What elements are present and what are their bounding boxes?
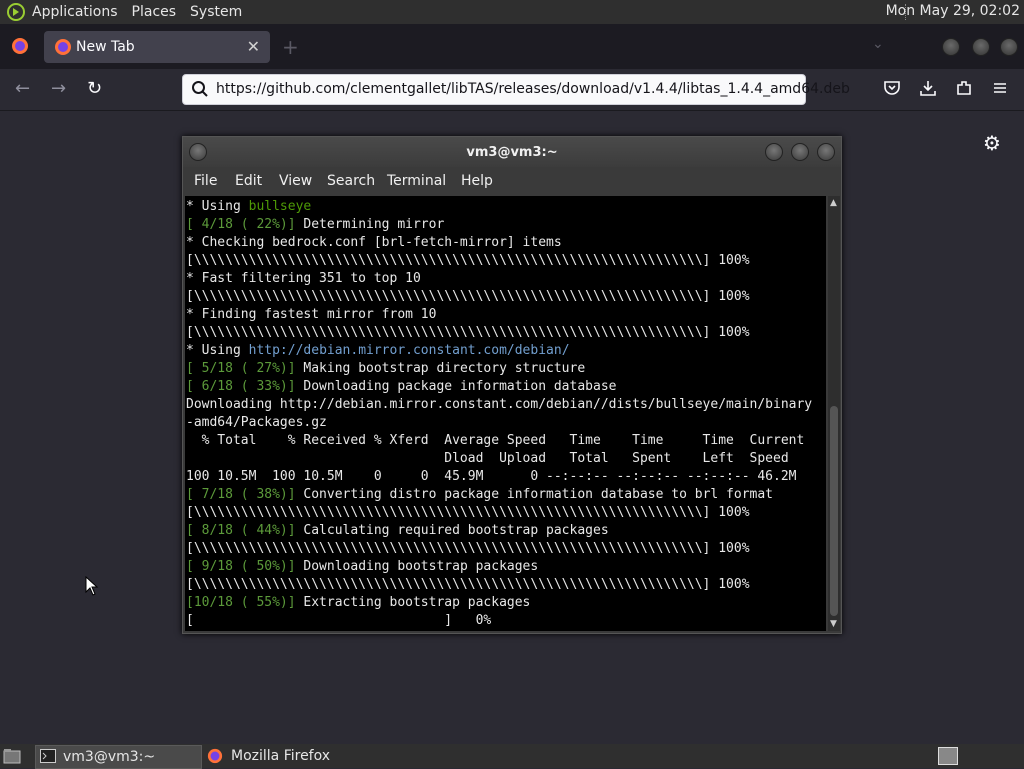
terminal-line-segment: bullseye [248, 199, 312, 214]
forward-icon[interactable]: → [51, 78, 66, 99]
terminal-scrollbar[interactable]: ▲ ▼ [828, 196, 840, 631]
terminal-line-segment[interactable]: http://debian.mirror.constant.com/debian… [249, 343, 570, 358]
scroll-up-icon[interactable]: ▲ [830, 198, 837, 208]
newtab-settings-gear-icon[interactable]: ⚙ [983, 131, 1001, 155]
terminal-line-segment: Making bootstrap directory structure [295, 361, 586, 376]
back-icon[interactable]: ← [15, 78, 30, 99]
terminal-menu-edit[interactable]: Edit [235, 173, 262, 189]
firefox-icon [55, 39, 71, 55]
terminal-line-segment: * Finding fastest mirror from 10 [186, 307, 437, 322]
terminal-menubar: File Edit View Search Terminal Help [183, 167, 841, 196]
tab-title: New Tab [76, 39, 135, 55]
terminal-line-segment: Extracting bootstrap packages [295, 595, 531, 610]
terminal-line-segment: Converting distro package information da… [295, 487, 774, 502]
taskbar-item-label: vm3@vm3:~ [63, 749, 156, 765]
show-desktop-icon[interactable] [3, 748, 21, 764]
menu-places[interactable]: Places [132, 4, 177, 20]
minimize-button[interactable] [942, 38, 960, 56]
terminal-line-segment: [\\\\\\\\\\\\\\\\\\\\\\\\\\\\\\\\\\\\\\\… [186, 577, 750, 592]
terminal-line-segment: Downloading http://debian.mirror.constan… [186, 397, 813, 412]
navigation-bar: ← → ↻ https://github.com/clementgallet/l… [0, 69, 1024, 111]
tab-new-tab[interactable]: New Tab ✕ [44, 31, 270, 63]
hamburger-menu-icon[interactable] [991, 79, 1009, 97]
distro-logo-icon[interactable] [6, 2, 26, 22]
terminal-icon [40, 749, 56, 763]
bottom-taskbar: vm3@vm3:~ Mozilla Firefox [0, 744, 1024, 769]
terminal-line-segment: * Fast filtering 351 to top 10 [186, 271, 421, 286]
url-text: https://github.com/clementgallet/libTAS/… [216, 81, 850, 97]
top-panel: Applications Places System Mon May 29, 0… [0, 0, 1024, 24]
terminal-line-segment: [ 4/18 ( 22%)] [186, 217, 296, 232]
terminal-line-segment: Downloading bootstrap packages [295, 559, 539, 574]
scrollbar-thumb[interactable] [830, 406, 838, 616]
terminal-line-segment: [ 8/18 ( 44%)] [186, 523, 296, 538]
terminal-window: vm3@vm3:~ File Edit View Search Terminal… [182, 136, 842, 634]
pocket-icon[interactable] [883, 79, 901, 97]
terminal-minimize-button[interactable] [765, 143, 783, 161]
terminal-menu-search[interactable]: Search [327, 173, 375, 189]
terminal-line-segment: * Using [186, 199, 249, 214]
terminal-line-segment: [ ] 0% [186, 613, 492, 628]
search-icon [192, 81, 208, 97]
terminal-menu-view[interactable]: View [279, 173, 312, 189]
panel-clock[interactable]: Mon May 29, 02:02 [886, 3, 1020, 19]
terminal-title: vm3@vm3:~ [466, 145, 558, 160]
list-all-tabs-icon[interactable]: ⌄ [872, 36, 884, 52]
terminal-line-segment: [ 9/18 ( 50%)] [186, 559, 296, 574]
firefox-tabstrip: New Tab ✕ + ⌄ [0, 24, 1024, 69]
taskbar-item-label: Mozilla Firefox [231, 748, 331, 764]
close-window-button[interactable] [1000, 38, 1018, 56]
terminal-line-segment: % Total % Received % Xferd Average Speed… [186, 433, 805, 448]
terminal-maximize-button[interactable] [791, 143, 809, 161]
terminal-line-segment: -amd64/Packages.gz [186, 415, 327, 430]
terminal-line-segment: [\\\\\\\\\\\\\\\\\\\\\\\\\\\\\\\\\\\\\\\… [186, 289, 750, 304]
terminal-line-segment: [\\\\\\\\\\\\\\\\\\\\\\\\\\\\\\\\\\\\\\\… [186, 325, 750, 340]
terminal-line-segment: [\\\\\\\\\\\\\\\\\\\\\\\\\\\\\\\\\\\\\\\… [186, 253, 750, 268]
terminal-titlebar[interactable]: vm3@vm3:~ [183, 137, 841, 167]
terminal-line-segment: Downloading package information database [295, 379, 617, 394]
firefox-view-icon[interactable] [11, 37, 29, 55]
menu-applications[interactable]: Applications [32, 4, 118, 20]
terminal-text: * Using bullseye [ 4/18 ( 22%)] Determin… [185, 196, 826, 630]
downloads-icon[interactable] [919, 79, 937, 97]
terminal-menu-help[interactable]: Help [461, 173, 493, 189]
url-bar[interactable]: https://github.com/clementgallet/libTAS/… [182, 74, 850, 105]
terminal-line-segment: Dload Upload Total Spent Left Speed [186, 451, 789, 466]
scroll-down-icon[interactable]: ▼ [830, 619, 837, 629]
firefox-icon [207, 748, 223, 764]
terminal-close-button[interactable] [817, 143, 835, 161]
new-tab-button[interactable]: + [282, 35, 299, 59]
terminal-line-segment: [ 6/18 ( 33%)] [186, 379, 296, 394]
terminal-line-segment: Calculating required bootstrap packages [295, 523, 609, 538]
terminal-line-segment: * Using [186, 343, 249, 358]
terminal-line-segment: [ 5/18 ( 27%)] [186, 361, 296, 376]
terminal-line-segment: [10/18 ( 55%)] [186, 595, 296, 610]
terminal-menu-file[interactable]: File [194, 173, 217, 189]
workspace-switcher[interactable] [938, 747, 958, 765]
terminal-line-segment: [\\\\\\\\\\\\\\\\\\\\\\\\\\\\\\\\\\\\\\\… [186, 541, 750, 556]
terminal-menu-terminal[interactable]: Terminal [387, 173, 446, 189]
taskbar-item-firefox[interactable]: Mozilla Firefox [205, 745, 405, 767]
extensions-icon[interactable] [955, 79, 973, 97]
menu-system[interactable]: System [190, 4, 242, 20]
taskbar-item-terminal[interactable]: vm3@vm3:~ [35, 745, 202, 769]
terminal-line-segment: [\\\\\\\\\\\\\\\\\\\\\\\\\\\\\\\\\\\\\\\… [186, 505, 750, 520]
mouse-cursor-icon [85, 576, 99, 596]
terminal-line-segment: [ 7/18 ( 38%)] [186, 487, 296, 502]
terminal-line-segment: Determining mirror [295, 217, 445, 232]
tab-close-icon[interactable]: ✕ [247, 37, 260, 56]
terminal-line-segment: 100 10.5M 100 10.5M 0 0 45.9M 0 --:--:--… [186, 469, 797, 484]
maximize-button[interactable] [972, 38, 990, 56]
reload-icon[interactable]: ↻ [87, 78, 102, 99]
terminal-line-segment: * Checking bedrock.conf [brl-fetch-mirro… [186, 235, 562, 250]
terminal-output[interactable]: * Using bullseye [ 4/18 ( 22%)] Determin… [185, 196, 826, 631]
